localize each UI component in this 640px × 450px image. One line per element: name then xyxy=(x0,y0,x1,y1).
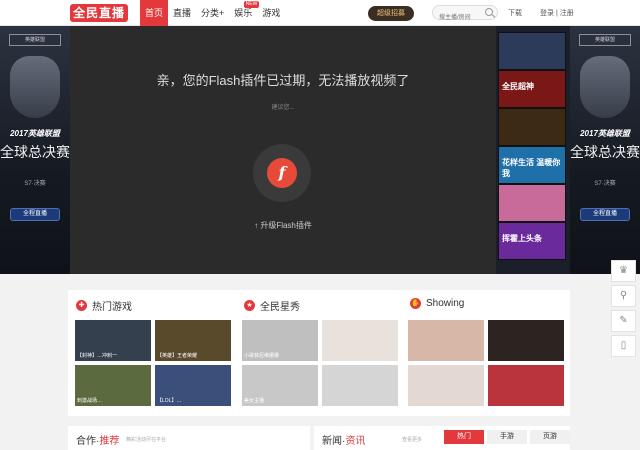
coop-title-text: 合作· xyxy=(76,436,100,447)
card-caption: 【英雄】王者荣耀 xyxy=(157,353,198,359)
crown-icon[interactable]: ♛ xyxy=(611,260,636,282)
flash-icon[interactable]: f xyxy=(267,158,297,188)
coop-subtitle: 精彩活动尽在平台 xyxy=(126,437,167,443)
flash-hint: 建议您... xyxy=(271,105,295,111)
channel-thumb[interactable] xyxy=(498,184,566,222)
news-title-accent: 资讯 xyxy=(345,436,366,447)
tab-hot[interactable]: 热门 xyxy=(444,430,484,444)
news-title-text: 新闻· xyxy=(322,436,346,447)
card-caption: 刺激战场… xyxy=(77,398,103,404)
stars-title: 全民星秀 xyxy=(260,302,300,313)
news-more-link[interactable]: 查看更多 xyxy=(402,436,422,443)
star-card[interactable]: 小歌菲尼维娜娜 xyxy=(242,320,318,361)
news-title: 新闻·资讯 xyxy=(322,432,365,447)
card-caption: 【LOL】… xyxy=(157,398,182,404)
stars-grid: 小歌菲尼维娜娜 美女主播 xyxy=(242,320,398,406)
showing-header[interactable]: ✋ Showing xyxy=(410,298,464,309)
thumb-label: 挥霍上头条 xyxy=(502,234,542,243)
game-card[interactable]: 【英雄】王者荣耀 xyxy=(155,320,231,361)
banner-big-title: 全球总决赛 xyxy=(0,145,70,161)
nav-games[interactable]: 游戏 xyxy=(257,0,285,26)
banner-title: 2017英雄联盟 xyxy=(10,129,60,138)
top-nav-bar: 全民直播 首页 直播 分类+ 娱乐NEW 游戏 超级招募 下载 登录 | 注册 xyxy=(0,0,640,26)
nav-live[interactable]: 直播 xyxy=(168,0,196,26)
coop-title: 合作·推荐 xyxy=(76,432,119,447)
banner-big-title: 全球总决赛 xyxy=(570,145,640,161)
showing-card[interactable] xyxy=(488,320,564,361)
channel-thumb[interactable] xyxy=(498,108,566,146)
right-banner[interactable]: 英雄联盟 2017英雄联盟 全球总决赛 S7·决赛 全程直播 xyxy=(570,26,640,274)
banner-badge: 英雄联盟 xyxy=(579,34,631,46)
game-card[interactable]: 【封神】…冲刺一 xyxy=(75,320,151,361)
nav-home[interactable]: 首页 xyxy=(140,0,169,26)
channel-thumbnails: 全民超神 花样生活 温暖你我 挥霍上头条 xyxy=(498,32,566,260)
news-tabs: 热门 手游 页游 xyxy=(444,430,570,444)
gamepad-icon: ✚ xyxy=(76,300,87,311)
content-panel: ✚ 热门游戏 ★ 全民星秀 ✋ Showing 【封神】…冲刺一 【英雄】王者荣… xyxy=(68,290,570,416)
thumb-label: 全民超神 xyxy=(502,82,534,91)
hero-stage: 英雄联盟 2017英雄联盟 全球总决赛 S7·决赛 全程直播 亲，您的Flash… xyxy=(0,26,640,274)
banner-watch-button[interactable]: 全程直播 xyxy=(580,208,630,221)
star-icon: ★ xyxy=(244,300,255,311)
phone-icon[interactable]: ▯ xyxy=(611,335,636,357)
channel-thumb[interactable]: 挥霍上头条 xyxy=(498,222,566,260)
game-card[interactable]: 【LOL】… xyxy=(155,365,231,406)
trophy-emblem xyxy=(580,56,630,118)
right-toolbar: ♛ ⚲ ✎ ▯ xyxy=(611,260,636,360)
nav-entertainment[interactable]: 娱乐 NEW xyxy=(229,0,260,26)
card-caption: 小歌菲尼维娜娜 xyxy=(244,353,280,359)
trophy-emblem xyxy=(10,56,60,118)
flash-expired-message: 亲，您的Flash插件已过期，无法播放视频了 xyxy=(156,73,410,88)
nav-category[interactable]: 分类+ xyxy=(196,0,229,26)
game-card[interactable]: 刺激战场… xyxy=(75,365,151,406)
tab-web[interactable]: 页游 xyxy=(530,430,570,444)
search-box xyxy=(432,5,498,25)
star-card[interactable] xyxy=(322,320,398,361)
banner-subtitle: S7·决赛 xyxy=(594,181,616,187)
channel-thumb[interactable] xyxy=(498,32,566,70)
hot-games-title: 热门游戏 xyxy=(92,302,132,313)
hot-games-grid: 【封神】…冲刺一 【英雄】王者荣耀 刺激战场… 【LOL】… xyxy=(75,320,231,406)
thumb-label: 花样生活 温暖你我 xyxy=(502,158,561,178)
showing-card[interactable] xyxy=(408,365,484,406)
coop-panel: 合作·推荐 精彩活动尽在平台 xyxy=(68,426,310,450)
download-link[interactable]: 下载 xyxy=(508,8,522,18)
banner-title: 2017英雄联盟 xyxy=(580,129,630,138)
stars-header[interactable]: ★ 全民星秀 xyxy=(244,298,300,313)
tab-mobile[interactable]: 手游 xyxy=(487,430,527,444)
showing-grid xyxy=(408,320,564,406)
edit-icon[interactable]: ✎ xyxy=(611,310,636,332)
login-register-link[interactable]: 登录 | 注册 xyxy=(540,8,574,18)
coop-title-accent: 推荐 xyxy=(99,436,120,447)
left-banner[interactable]: 英雄联盟 2017英雄联盟 全球总决赛 S7·决赛 全程直播 xyxy=(0,26,70,274)
hot-games-header[interactable]: ✚ 热门游戏 xyxy=(76,298,132,313)
search-input[interactable] xyxy=(433,11,483,25)
search-tool-icon[interactable]: ⚲ xyxy=(611,285,636,307)
star-card[interactable] xyxy=(322,365,398,406)
site-logo[interactable]: 全民直播 xyxy=(70,4,128,22)
video-player: 亲，您的Flash插件已过期，无法播放视频了 建议您... f ↑ 升级Flas… xyxy=(70,26,496,274)
main-nav: 首页 直播 分类+ 娱乐 NEW 游戏 xyxy=(140,0,285,26)
channel-thumb[interactable]: 全民超神 xyxy=(498,70,566,108)
upgrade-flash-link[interactable]: ↑ 升级Flash插件 xyxy=(70,220,496,231)
banner-watch-button[interactable]: 全程直播 xyxy=(10,208,60,221)
showing-card[interactable] xyxy=(488,365,564,406)
showing-card[interactable] xyxy=(408,320,484,361)
star-card[interactable]: 美女主播 xyxy=(242,365,318,406)
hand-icon: ✋ xyxy=(410,298,421,309)
showing-title: Showing xyxy=(426,298,465,309)
card-caption: 美女主播 xyxy=(244,398,265,404)
recruit-button[interactable]: 超级招募 xyxy=(368,6,414,21)
search-icon[interactable] xyxy=(485,8,493,16)
channel-thumb[interactable]: 花样生活 温暖你我 xyxy=(498,146,566,184)
card-caption: 【封神】…冲刺一 xyxy=(77,353,118,359)
banner-subtitle: S7·决赛 xyxy=(24,181,46,187)
nav-entertainment-label: 娱乐 xyxy=(234,8,253,18)
banner-badge: 英雄联盟 xyxy=(9,34,61,46)
